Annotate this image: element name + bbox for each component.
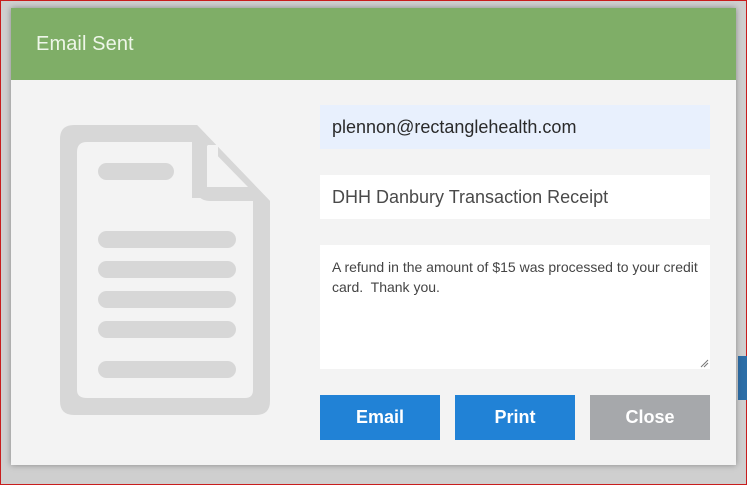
subject-input[interactable]	[320, 175, 710, 219]
email-button[interactable]: Email	[320, 395, 440, 440]
screen-border-top	[0, 0, 747, 1]
dialog-header: Email Sent	[11, 8, 736, 80]
dialog-title: Email Sent	[36, 32, 134, 55]
screen-border-left	[0, 0, 1, 485]
resize-grip-icon[interactable]	[699, 358, 709, 368]
print-button[interactable]: Print	[455, 395, 575, 440]
email-sent-dialog: Email Sent A refund in the amount of $15…	[11, 8, 736, 465]
email-address-input[interactable]	[320, 105, 710, 149]
message-textarea[interactable]: A refund in the amount of $15 was proces…	[320, 245, 710, 369]
document-icon	[60, 125, 270, 415]
close-button[interactable]: Close	[590, 395, 710, 440]
background-side-tab	[738, 356, 747, 400]
